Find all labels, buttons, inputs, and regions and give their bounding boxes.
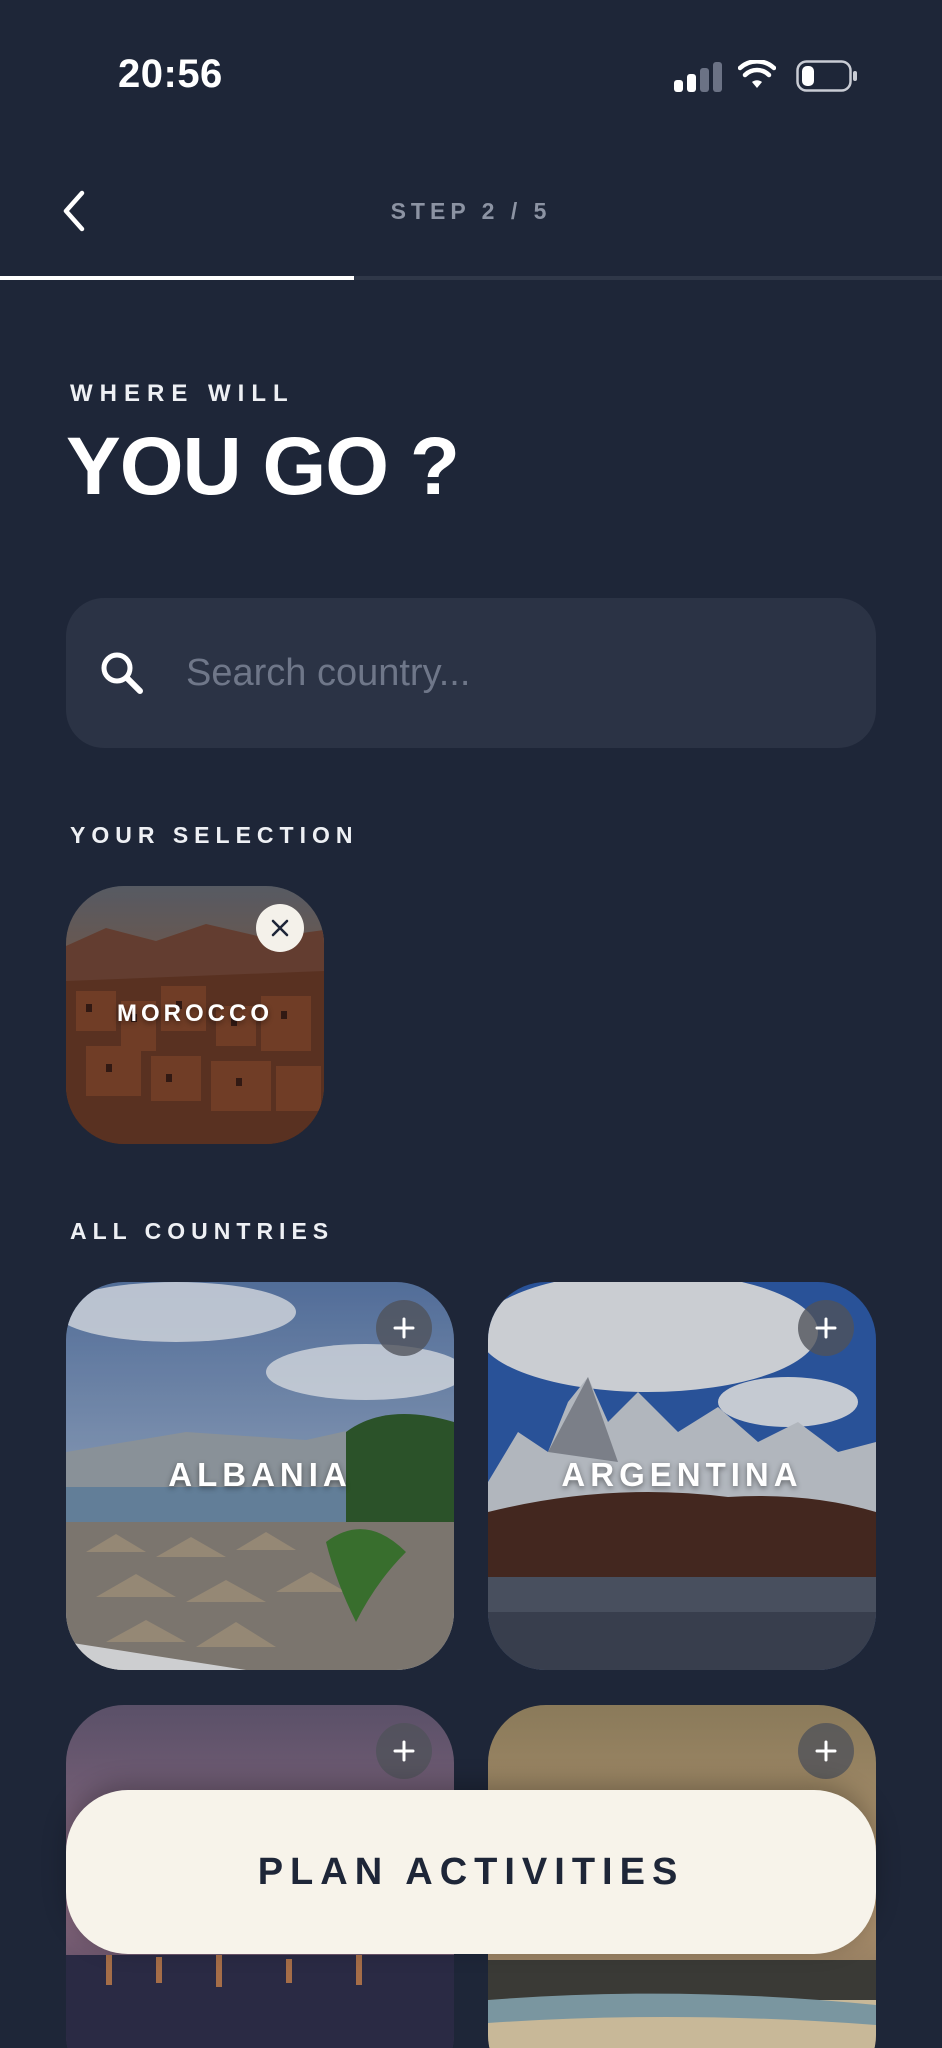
section-label-selection: YOUR SELECTION xyxy=(70,822,359,848)
add-country-button[interactable] xyxy=(798,1300,854,1356)
headline-eyebrow: WHERE WILL xyxy=(70,380,295,407)
plan-activities-label: PLAN ACTIVITIES xyxy=(257,1850,685,1893)
plus-icon xyxy=(393,1740,415,1762)
selected-country-card[interactable]: MOROCCO xyxy=(66,886,324,1144)
top-nav: STEP 2 / 5 xyxy=(0,180,942,280)
country-card-albania[interactable]: ALBANIA xyxy=(66,1282,454,1670)
plan-activities-button[interactable]: PLAN ACTIVITIES xyxy=(66,1790,876,1954)
add-country-button[interactable] xyxy=(376,1300,432,1356)
add-country-button[interactable] xyxy=(376,1723,432,1779)
progress-bar xyxy=(0,276,942,280)
step-indicator: STEP 2 / 5 xyxy=(390,198,552,224)
cellular-signal-icon xyxy=(674,62,722,92)
page-title: YOU GO ? xyxy=(66,421,460,512)
selected-country-name: MOROCCO xyxy=(117,1000,273,1027)
plus-icon xyxy=(815,1317,837,1339)
close-icon xyxy=(271,919,289,937)
wifi-icon xyxy=(738,60,776,88)
country-card-argentina[interactable]: ARGENTINA xyxy=(488,1282,876,1670)
country-name: ALBANIA xyxy=(168,1456,352,1493)
plus-icon xyxy=(815,1740,837,1762)
plus-icon xyxy=(393,1317,415,1339)
battery-icon xyxy=(796,60,857,92)
progress-bar-fill xyxy=(0,276,354,280)
remove-selection-button[interactable] xyxy=(256,904,304,952)
country-name: ARGENTINA xyxy=(561,1456,803,1493)
search-bar[interactable] xyxy=(66,598,876,748)
section-label-all-countries: ALL COUNTRIES xyxy=(70,1218,335,1244)
add-country-button[interactable] xyxy=(798,1723,854,1779)
status-time: 20:56 xyxy=(118,52,223,96)
search-input[interactable] xyxy=(186,638,766,708)
search-icon xyxy=(101,652,143,694)
status-bar: 20:56 xyxy=(0,0,942,150)
